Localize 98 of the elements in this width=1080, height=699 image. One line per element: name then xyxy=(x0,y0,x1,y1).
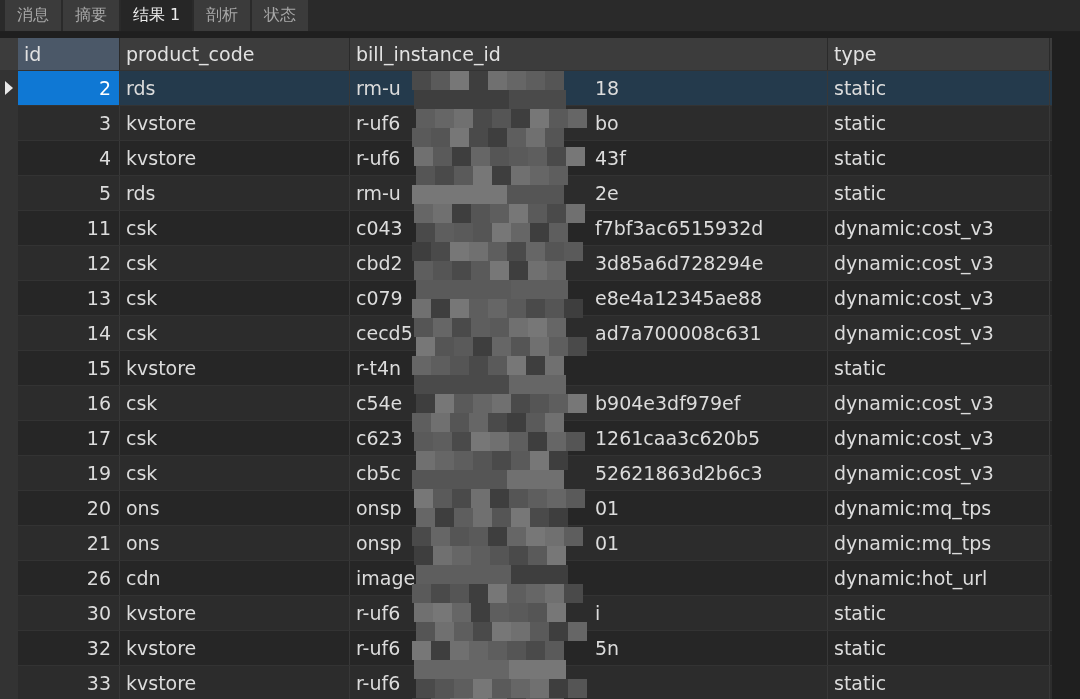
table-cell: kvstore xyxy=(120,351,350,385)
table-cell: 15 xyxy=(18,351,120,385)
table-cell: csk xyxy=(120,211,350,245)
table-cell: 32 xyxy=(18,631,120,665)
table-cell: r-uf6 xyxy=(356,602,401,624)
table-cell: cecd5 xyxy=(356,322,413,344)
table-cell-text: f7bf3ac6515932d xyxy=(595,217,765,239)
column-header[interactable]: product_code xyxy=(120,38,350,70)
table-cell: dynamic:cost_v3 xyxy=(828,281,1050,315)
column-header[interactable]: bill_instance_id xyxy=(350,38,828,70)
table-cell: 21 xyxy=(18,526,120,560)
table-cell: 30 xyxy=(18,596,120,630)
table-cell: kvstore xyxy=(120,596,350,630)
table-cell: r-uf6 xyxy=(356,637,401,659)
table-cell: c54e xyxy=(356,392,403,414)
table-cell: r-uf6 xyxy=(356,147,401,169)
table-cell: 33 xyxy=(18,666,120,699)
table-cell-text: 3d85a6d728294e xyxy=(595,252,765,274)
table-cell: kvstore xyxy=(120,666,350,699)
table-cell-text: e8e4a12345ae88 xyxy=(595,287,764,309)
row-selector[interactable] xyxy=(0,71,18,105)
table-cell: rds xyxy=(120,71,350,105)
table-cell-text: bo xyxy=(595,112,620,134)
table-cell: 3 xyxy=(18,106,120,140)
table-cell-text: 2e xyxy=(595,182,620,204)
tab[interactable]: 摘要 xyxy=(63,0,119,31)
table-cell: static xyxy=(828,631,1050,665)
column-header[interactable]: type xyxy=(828,38,1050,70)
table-cell: cbd2 xyxy=(356,252,403,274)
table-cell: c623 xyxy=(356,427,403,449)
table-cell: dynamic:cost_v3 xyxy=(828,456,1050,490)
table-cell: c079 xyxy=(356,287,403,309)
table-cell: csk xyxy=(120,386,350,420)
table-cell: static xyxy=(828,106,1050,140)
table-cell-text: ad7a700008c631 xyxy=(595,322,763,344)
table-cell: kvstore xyxy=(120,141,350,175)
tab[interactable]: 状态 xyxy=(252,0,309,31)
table-cell-text: i xyxy=(595,602,602,624)
table-cell-text: b904e3df979ef xyxy=(595,392,742,414)
row-pointer-icon xyxy=(5,81,13,95)
table-cell: ons xyxy=(120,491,350,525)
table-cell: static xyxy=(828,71,1050,105)
table-cell: dynamic:hot_url xyxy=(828,561,1050,595)
table-cell: dynamic:cost_v3 xyxy=(828,246,1050,280)
table-cell-text: 43f xyxy=(595,147,628,169)
table-cell: 12 xyxy=(18,246,120,280)
table-cell: 17 xyxy=(18,421,120,455)
table-cell: 5 xyxy=(18,176,120,210)
column-header[interactable]: id xyxy=(18,38,120,70)
table-cell: 14 xyxy=(18,316,120,350)
table-cell: static xyxy=(828,351,1050,385)
table-cell: static xyxy=(828,596,1050,630)
table-cell: 16 xyxy=(18,386,120,420)
table-cell: dynamic:mq_tps xyxy=(828,526,1050,560)
table-cell: dynamic:cost_v3 xyxy=(828,211,1050,245)
table-cell: cb5c xyxy=(356,462,402,484)
table-cell: c043 xyxy=(356,217,403,239)
table-cell: csk xyxy=(120,316,350,350)
table-cell: 4 xyxy=(18,141,120,175)
table-cell: dynamic:cost_v3 xyxy=(828,421,1050,455)
table-cell: csk xyxy=(120,246,350,280)
table-cell: dynamic:cost_v3 xyxy=(828,386,1050,420)
tab[interactable]: 消息 xyxy=(5,0,61,31)
table-cell: csk xyxy=(120,421,350,455)
table-cell: csk xyxy=(120,456,350,490)
table-cell: onsp xyxy=(356,497,402,519)
table-cell: csk xyxy=(120,281,350,315)
table-cell-text: 01 xyxy=(595,532,621,554)
table-cell: onsp xyxy=(356,532,402,554)
table-cell: dynamic:cost_v3 xyxy=(828,316,1050,350)
table-cell: kvstore xyxy=(120,631,350,665)
table-cell-text: 01 xyxy=(595,497,621,519)
table-cell-text: 18 xyxy=(595,77,621,99)
table-cell: 13 xyxy=(18,281,120,315)
tab[interactable]: 剖析 xyxy=(194,0,251,31)
table-cell: rm-u xyxy=(356,182,401,204)
table-cell: r-uf6 xyxy=(356,672,401,694)
table-cell: dynamic:mq_tps xyxy=(828,491,1050,525)
table-cell: 20 xyxy=(18,491,120,525)
tab[interactable]: 结果 1 xyxy=(121,0,193,31)
table-cell: r-uf6 xyxy=(356,112,401,134)
table-cell: 2 xyxy=(18,71,120,105)
table-cell: image xyxy=(356,567,416,589)
table-cell: static xyxy=(828,141,1050,175)
table-cell: static xyxy=(828,176,1050,210)
table-cell: kvstore xyxy=(120,106,350,140)
table-cell-text: 5n xyxy=(595,637,621,659)
table-cell: rm-u xyxy=(356,77,401,99)
table-cell-text: 1261caa3c620b5 xyxy=(595,427,762,449)
table-cell: static xyxy=(828,666,1050,699)
table-cell: 19 xyxy=(18,456,120,490)
table-cell: ons xyxy=(120,526,350,560)
table-cell: rds xyxy=(120,176,350,210)
table-cell: cdn xyxy=(120,561,350,595)
table-cell-text: 52621863d2b6c3 xyxy=(595,462,764,484)
table-cell: 11 xyxy=(18,211,120,245)
table-cell: r-t4n xyxy=(356,357,402,379)
table-cell: 26 xyxy=(18,561,120,595)
